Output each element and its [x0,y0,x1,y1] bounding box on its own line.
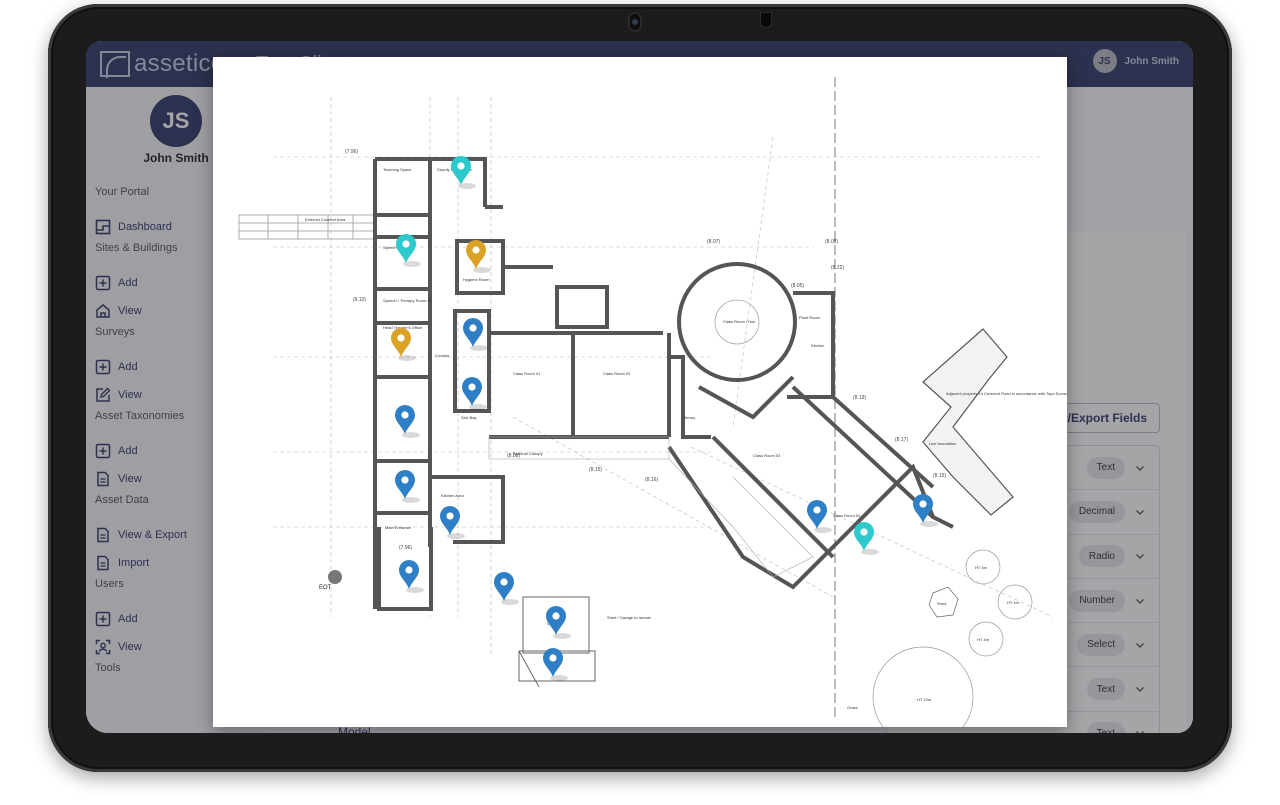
label: Class Room 04 [833,513,861,518]
svg-text:(8.08): (8.08) [825,239,838,245]
map-marker-amber[interactable] [466,240,491,273]
floor-plan-modal: Teaching Space Deputy Head Office Speech… [213,57,1067,727]
map-marker-blue[interactable] [395,405,420,438]
label: HT 4m [977,637,990,642]
eot-label: EOT [319,585,332,591]
svg-text:(8.10): (8.10) [353,297,366,303]
svg-text:(8.15): (8.15) [589,467,602,473]
label: Speech / Therapy Room 40 [383,298,433,303]
label: Plant Room [799,315,821,320]
label: Corridor [435,353,450,358]
label: Teaching Space [383,167,412,172]
svg-text:(8.22): (8.22) [831,265,844,271]
map-marker-blue[interactable] [546,606,571,639]
svg-text:(8.19): (8.19) [853,395,866,401]
label: Grass [847,705,858,710]
map-marker-blue[interactable] [913,494,938,527]
label: HT 4m [975,565,988,570]
east-wing-walls [667,291,954,590]
svg-text:(7.96): (7.96) [345,149,358,155]
map-marker-blue[interactable] [395,470,420,503]
map-marker-blue[interactable] [399,560,424,593]
svg-text:(8.05): (8.05) [791,283,804,289]
level-labels: (7.96) (8.07) (8.08) (8.22) (8.05) (8.10… [345,149,946,551]
label: Class Room 02 [603,371,631,376]
label: Kitchen Area [441,493,464,498]
map-marker-blue[interactable] [463,318,488,351]
label: HT 4m [1007,600,1020,605]
svg-text:(7.96): (7.96) [399,545,412,551]
adjacent-property [922,328,1014,516]
trees [872,549,1033,727]
label: Kitchen [811,343,824,348]
external-canopy [488,436,814,578]
map-marker-blue[interactable] [494,572,519,605]
label: HT 10m [917,697,932,702]
label: Class Room / Hub [723,319,756,324]
label: Class Room 03 [753,453,781,458]
building-walls [373,157,671,611]
app-screen: asseticom Test Client JS John Smith JS J… [86,41,1193,733]
svg-text:EOT: EOT [319,585,332,591]
map-marker-blue[interactable] [462,377,487,410]
floor-plan-drawing[interactable]: Teaching Space Deputy Head Office Speech… [213,57,1067,727]
label: Adjacent property 14 Crescent Road in ac… [946,391,1067,396]
label: Hygiene Room [463,277,490,282]
map-marker-blue[interactable] [440,506,465,539]
label: Main Entrance [385,525,412,530]
map-marker-teal[interactable] [854,522,879,555]
svg-text:(8.15): (8.15) [933,473,946,479]
label: Shed [937,601,946,606]
map-marker-amber[interactable] [391,328,416,361]
svg-text:(8.16): (8.16) [645,477,658,483]
eot-marker [328,570,342,584]
camera [628,12,642,32]
svg-text:(8.17): (8.17) [895,437,908,443]
label: Shed / Garage to remain [607,615,651,620]
label: Library [683,415,695,420]
svg-text:(8.08): (8.08) [507,453,520,459]
map-marker-blue[interactable] [807,500,832,533]
svg-text:(8.07): (8.07) [707,239,720,245]
label: External Covered Area [305,217,346,222]
sensor [760,12,772,28]
label: Sick Bay [461,415,477,420]
label: Class Room 01 [513,371,541,376]
label: Line foundation [929,441,956,446]
